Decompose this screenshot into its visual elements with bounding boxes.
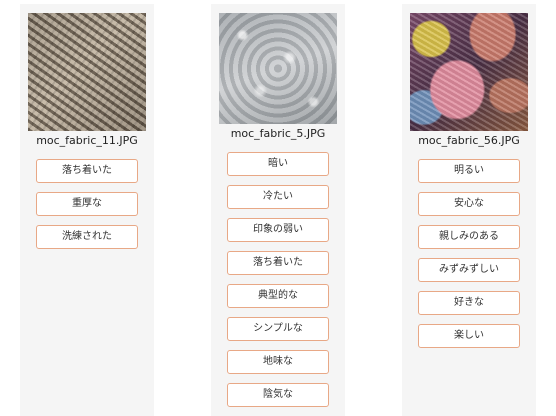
tag-button[interactable]: 地味な	[227, 350, 329, 374]
tag-button[interactable]: 印象の弱い	[227, 218, 329, 242]
tag-button[interactable]: 落ち着いた	[36, 159, 138, 183]
tag-button[interactable]: 冷たい	[227, 185, 329, 209]
fabric-card-1: moc_fabric_11.JPG 落ち着いた 重厚な 洗練された	[20, 4, 154, 416]
fabric-filename-1: moc_fabric_11.JPG	[36, 134, 138, 147]
tag-button[interactable]: 安心な	[418, 192, 520, 216]
tag-button[interactable]: 落ち着いた	[227, 251, 329, 275]
tag-list-2: 暗い 冷たい 印象の弱い 落ち着いた 典型的な シンプルな 地味な 陰気な	[227, 152, 329, 416]
fabric-card-3: moc_fabric_56.JPG 明るい 安心な 親しみのある みずみずしい …	[402, 4, 536, 416]
tag-button[interactable]: 明るい	[418, 159, 520, 183]
fabric-image-2[interactable]	[219, 13, 337, 124]
tag-button[interactable]: 楽しい	[418, 324, 520, 348]
tag-button[interactable]: シンプルな	[227, 317, 329, 341]
fabric-filename-3: moc_fabric_56.JPG	[418, 134, 520, 147]
tag-list-1: 落ち着いた 重厚な 洗練された	[36, 159, 138, 258]
tag-button[interactable]: 親しみのある	[418, 225, 520, 249]
tag-button[interactable]: 暗い	[227, 152, 329, 176]
fabric-image-3[interactable]	[410, 13, 528, 131]
tag-button[interactable]: みずみずしい	[418, 258, 520, 282]
tag-button[interactable]: 陰気な	[227, 383, 329, 407]
fabric-filename-2: moc_fabric_5.JPG	[230, 127, 326, 140]
tag-button[interactable]: 洗練された	[36, 225, 138, 249]
fabric-image-1[interactable]	[28, 13, 146, 131]
tag-list-3: 明るい 安心な 親しみのある みずみずしい 好きな 楽しい	[418, 159, 520, 357]
fabric-card-2: moc_fabric_5.JPG 暗い 冷たい 印象の弱い 落ち着いた 典型的な…	[211, 4, 345, 416]
tag-button[interactable]: 好きな	[418, 291, 520, 315]
tag-button[interactable]: 典型的な	[227, 284, 329, 308]
tag-button[interactable]: 重厚な	[36, 192, 138, 216]
